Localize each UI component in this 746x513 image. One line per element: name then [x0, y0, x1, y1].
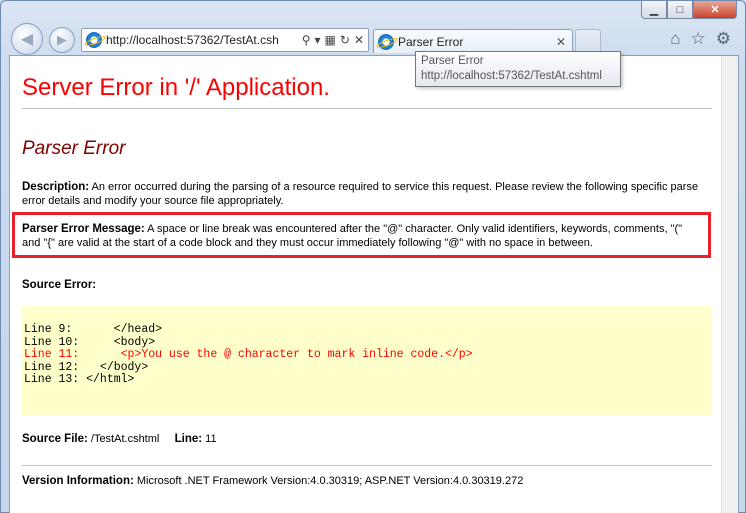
back-button[interactable]: ◀: [11, 23, 43, 55]
tab-tooltip: Parser Error http://localhost:57362/Test…: [415, 51, 621, 87]
page-content: Server Error in '/' Application. Parser …: [9, 55, 739, 513]
description-label: Description:: [22, 181, 90, 193]
forward-button[interactable]: ▶: [49, 27, 75, 53]
source-file-info: Source File: /TestAt.cshtml Line: 11: [22, 432, 702, 446]
tab-parser-error[interactable]: Parser Error ✕: [373, 29, 573, 53]
caption-buttons: ▁ □ ✕: [641, 1, 737, 19]
tab-ie-icon: [378, 33, 394, 50]
code-line: Line 9: </head>: [24, 323, 163, 336]
line-value: 11: [202, 433, 217, 445]
search-icon[interactable]: ⚲: [302, 33, 311, 47]
favorites-star-icon[interactable]: ☆: [691, 29, 706, 49]
stop-icon[interactable]: ✕: [354, 33, 364, 47]
home-icon[interactable]: ⌂: [670, 29, 680, 49]
source-code-block: Line 9: </head> Line 10: <body> Line 11:…: [22, 306, 712, 416]
description-text: An error occurred during the parsing of …: [22, 181, 699, 207]
highlight-box: [12, 212, 711, 258]
version-info: Version Information: Microsoft .NET Fram…: [22, 474, 702, 488]
toolbar-icons: ⌂ ☆ ⚙: [670, 29, 731, 49]
source-error-heading: Source Error:: [22, 278, 702, 292]
address-url[interactable]: http://localhost:57362/TestAt.csh: [106, 33, 302, 47]
code-line: Line 13: </html>: [24, 373, 135, 386]
close-button[interactable]: ✕: [693, 1, 737, 19]
arrow-right-icon: ▶: [57, 32, 67, 47]
browser-window: ▁ □ ✕ ◀ ▶ http://localhost:57362/TestAt.…: [0, 0, 746, 513]
version-divider: [22, 465, 712, 466]
address-tools: ⚲ ▾ ▦ ↻ ✕: [302, 33, 364, 47]
tooltip-url: http://localhost:57362/TestAt.cshtml: [421, 70, 602, 82]
error-heading: Parser Error: [22, 138, 126, 159]
dropdown-icon[interactable]: ▾: [315, 33, 321, 47]
description: Description: An error occurred during th…: [22, 180, 702, 208]
tab-close-icon[interactable]: ✕: [556, 35, 566, 49]
minimize-button[interactable]: ▁: [641, 1, 667, 19]
code-line-error: Line 11: <p>You use the @ character to m…: [24, 348, 473, 361]
tab-title: Parser Error: [398, 34, 464, 49]
compat-view-icon[interactable]: ▦: [325, 33, 336, 47]
version-label: Version Information:: [22, 475, 134, 487]
version-text: Microsoft .NET Framework Version:4.0.303…: [133, 475, 524, 487]
page-title: Server Error in '/' Application.: [22, 74, 330, 101]
title-divider: [22, 108, 712, 109]
maximize-button[interactable]: □: [667, 1, 693, 19]
line-label: Line:: [174, 433, 203, 445]
source-file-value: /TestAt.cshtml: [87, 433, 160, 445]
address-bar[interactable]: http://localhost:57362/TestAt.csh ⚲ ▾ ▦ …: [81, 28, 369, 52]
gear-icon[interactable]: ⚙: [716, 29, 731, 49]
refresh-icon[interactable]: ↻: [340, 33, 350, 47]
source-file-label: Source File:: [22, 433, 88, 445]
vertical-scrollbar[interactable]: [721, 56, 738, 513]
ie-page-icon: [86, 32, 102, 48]
arrow-left-icon: ◀: [20, 31, 34, 48]
source-error-label: Source Error:: [22, 279, 97, 291]
new-tab-button[interactable]: [575, 29, 601, 53]
tooltip-title: Parser Error: [421, 55, 484, 67]
